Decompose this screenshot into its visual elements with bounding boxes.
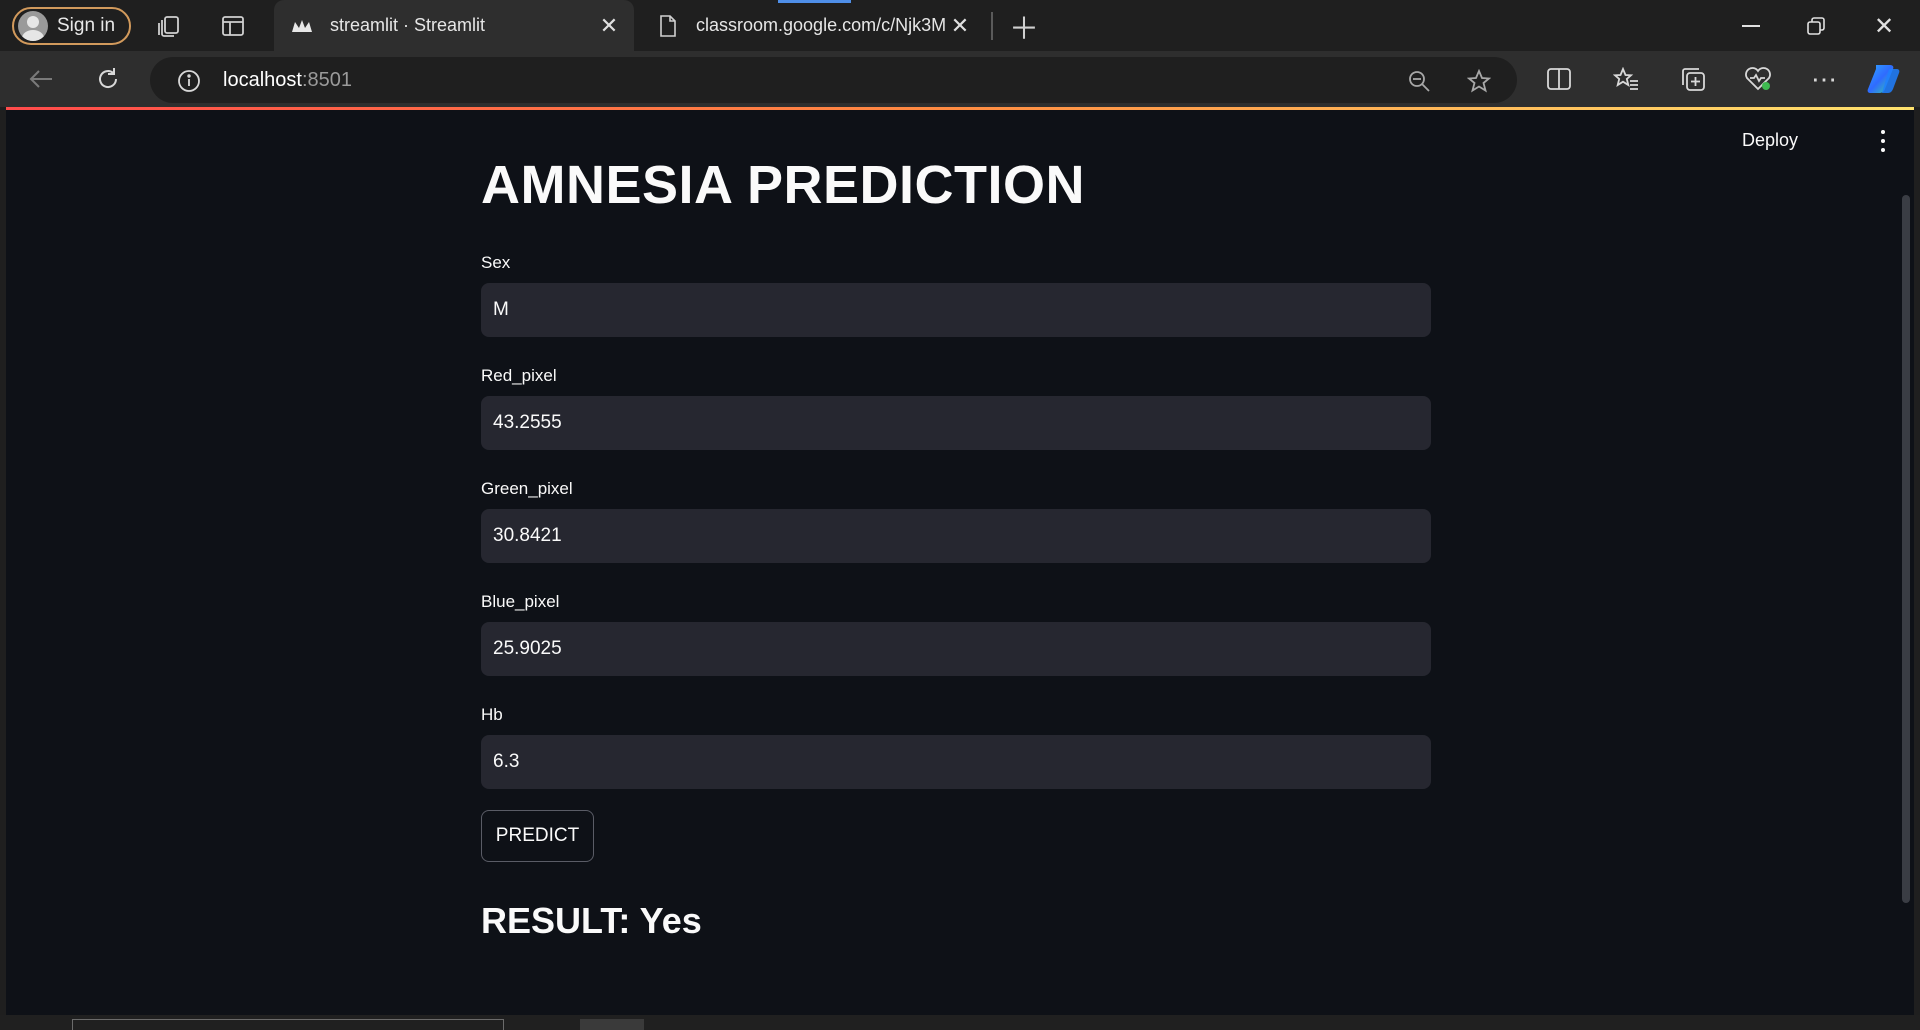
- tab-close-icon[interactable]: ✕: [594, 13, 624, 39]
- profile-avatar-icon: [18, 11, 48, 41]
- browser-essentials-icon[interactable]: [1742, 63, 1774, 95]
- copilot-icon[interactable]: [1866, 61, 1902, 97]
- tab-title: streamlit · Streamlit: [330, 15, 486, 35]
- tab-divider: [991, 12, 993, 40]
- sign-in-button[interactable]: Sign in: [12, 7, 131, 45]
- hb-label: Hb: [481, 705, 503, 724]
- browser-tab-bar: Sign in streamlit · Streamlit ✕ classroo…: [0, 0, 1920, 51]
- red-pixel-label: Red_pixel: [481, 366, 557, 385]
- minimize-icon[interactable]: [1735, 10, 1767, 42]
- page-title: AMNESIA PREDICTION: [481, 155, 1086, 215]
- favorite-star-icon[interactable]: [1464, 66, 1494, 96]
- streamlit-crown-icon: [288, 12, 316, 40]
- taskbar-thumbnail[interactable]: [72, 1019, 504, 1030]
- green-pixel-label: Green_pixel: [481, 479, 573, 498]
- address-bar[interactable]: localhost:8501: [150, 57, 1517, 103]
- tab-classroom[interactable]: classroom.google.com/c/Njk3MD ✕: [640, 0, 985, 51]
- streamlit-app: Deploy AMNESIA PREDICTION Sex Red_pixel …: [6, 107, 1914, 1015]
- refresh-icon[interactable]: [91, 63, 125, 95]
- site-info-icon[interactable]: [175, 67, 203, 95]
- red-pixel-input[interactable]: [481, 396, 1431, 450]
- sex-label: Sex: [481, 253, 511, 272]
- collections-icon[interactable]: [1677, 63, 1709, 95]
- favorites-icon[interactable]: [1610, 63, 1642, 95]
- tab-loading-indicator: [778, 0, 851, 3]
- predict-button[interactable]: PREDICT: [481, 810, 594, 862]
- url-port: :8501: [301, 69, 352, 91]
- tab-streamlit[interactable]: streamlit · Streamlit ✕: [274, 0, 634, 51]
- workspaces-icon[interactable]: [154, 11, 184, 41]
- green-pixel-input[interactable]: [481, 509, 1431, 563]
- new-tab-icon[interactable]: ＋: [1008, 10, 1040, 46]
- back-icon[interactable]: [24, 63, 58, 95]
- sign-in-label: Sign in: [57, 15, 116, 36]
- sex-input[interactable]: [481, 283, 1431, 337]
- browser-toolbar: localhost:8501 ⋯: [0, 51, 1920, 107]
- more-options-icon[interactable]: ⋯: [1808, 63, 1840, 95]
- tab-title: classroom.google.com/c/Njk3MD: [696, 15, 945, 35]
- hb-input[interactable]: [481, 735, 1431, 789]
- page-icon: [654, 12, 682, 40]
- url-text[interactable]: localhost:8501: [223, 69, 352, 92]
- split-screen-icon[interactable]: [1543, 63, 1575, 95]
- main-menu-icon[interactable]: [1880, 130, 1886, 152]
- blue-pixel-label: Blue_pixel: [481, 592, 560, 611]
- vertical-tabs-icon[interactable]: [218, 11, 248, 41]
- blue-pixel-input[interactable]: [481, 622, 1431, 676]
- zoom-out-icon[interactable]: [1404, 66, 1434, 96]
- close-window-icon[interactable]: ✕: [1868, 10, 1900, 42]
- os-taskbar: [0, 1015, 1920, 1030]
- page-scrollbar[interactable]: [1902, 195, 1910, 903]
- url-host: localhost: [223, 69, 302, 91]
- restore-icon[interactable]: [1800, 10, 1832, 42]
- taskbar-item[interactable]: [580, 1019, 644, 1030]
- tab-close-icon[interactable]: ✕: [945, 13, 975, 39]
- result-text: RESULT: Yes: [481, 900, 702, 941]
- deploy-button[interactable]: Deploy: [1742, 130, 1798, 151]
